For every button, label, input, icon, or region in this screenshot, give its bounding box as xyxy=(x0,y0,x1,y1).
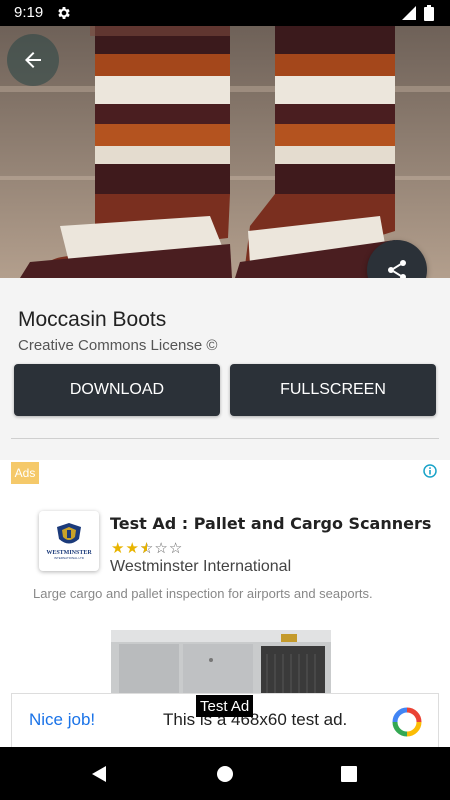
app-content: Moccasin Boots Creative Commons License … xyxy=(0,26,450,760)
banner-ad-text[interactable]: This is a 468x60 test ad. xyxy=(163,710,347,730)
star-empty-icon: ☆ xyxy=(154,539,169,557)
nav-back-icon[interactable] xyxy=(90,765,108,783)
star-empty-icon: ☆ xyxy=(168,539,184,557)
logo-subtitle: INTERNATIONAL LTD xyxy=(54,556,84,560)
banner-ad-title[interactable]: Nice job! xyxy=(29,710,95,730)
advertiser-logo[interactable]: WESTMINSTER INTERNATIONAL LTD xyxy=(39,511,99,571)
nav-recents-icon[interactable] xyxy=(341,766,357,782)
back-button[interactable] xyxy=(7,34,59,86)
crochet-boots-photo xyxy=(0,26,450,278)
detail-panel: Moccasin Boots Creative Commons License … xyxy=(0,278,450,460)
hero-image[interactable] xyxy=(0,26,450,278)
test-ad-label: Test Ad xyxy=(196,695,254,717)
navigation-bar xyxy=(0,747,450,800)
item-title: Moccasin Boots xyxy=(18,308,167,331)
arrow-left-icon xyxy=(25,52,41,68)
fullscreen-button[interactable]: FULLSCREEN xyxy=(230,364,436,416)
divider xyxy=(11,438,439,439)
star-half-icon: ☆★ xyxy=(139,539,155,557)
status-time: 9:19 xyxy=(14,4,44,21)
ad-network-logo-icon[interactable] xyxy=(392,707,422,737)
star-full-icon: ★ xyxy=(125,539,140,557)
ad-headline[interactable]: Test Ad : Pallet and Cargo Scanners xyxy=(110,514,431,533)
settings-gear-icon xyxy=(58,7,70,19)
ad-body: Large cargo and pallet inspection for ai… xyxy=(33,586,373,601)
license-text[interactable]: Creative Commons License © xyxy=(18,337,217,354)
ad-advertiser: Westminster International xyxy=(110,558,292,575)
crest-icon xyxy=(57,523,81,544)
ad-info-icon[interactable] xyxy=(423,464,437,478)
ads-badge: Ads xyxy=(11,462,39,484)
download-button[interactable]: DOWNLOAD xyxy=(14,364,220,416)
star-full-icon: ★ xyxy=(111,539,126,557)
nav-home-icon[interactable] xyxy=(216,765,234,783)
status-bar: 9:19 xyxy=(0,0,450,26)
battery-icon xyxy=(424,5,434,21)
signal-icon xyxy=(402,6,416,20)
ad-rating: ★★☆★☆☆ xyxy=(111,539,183,557)
